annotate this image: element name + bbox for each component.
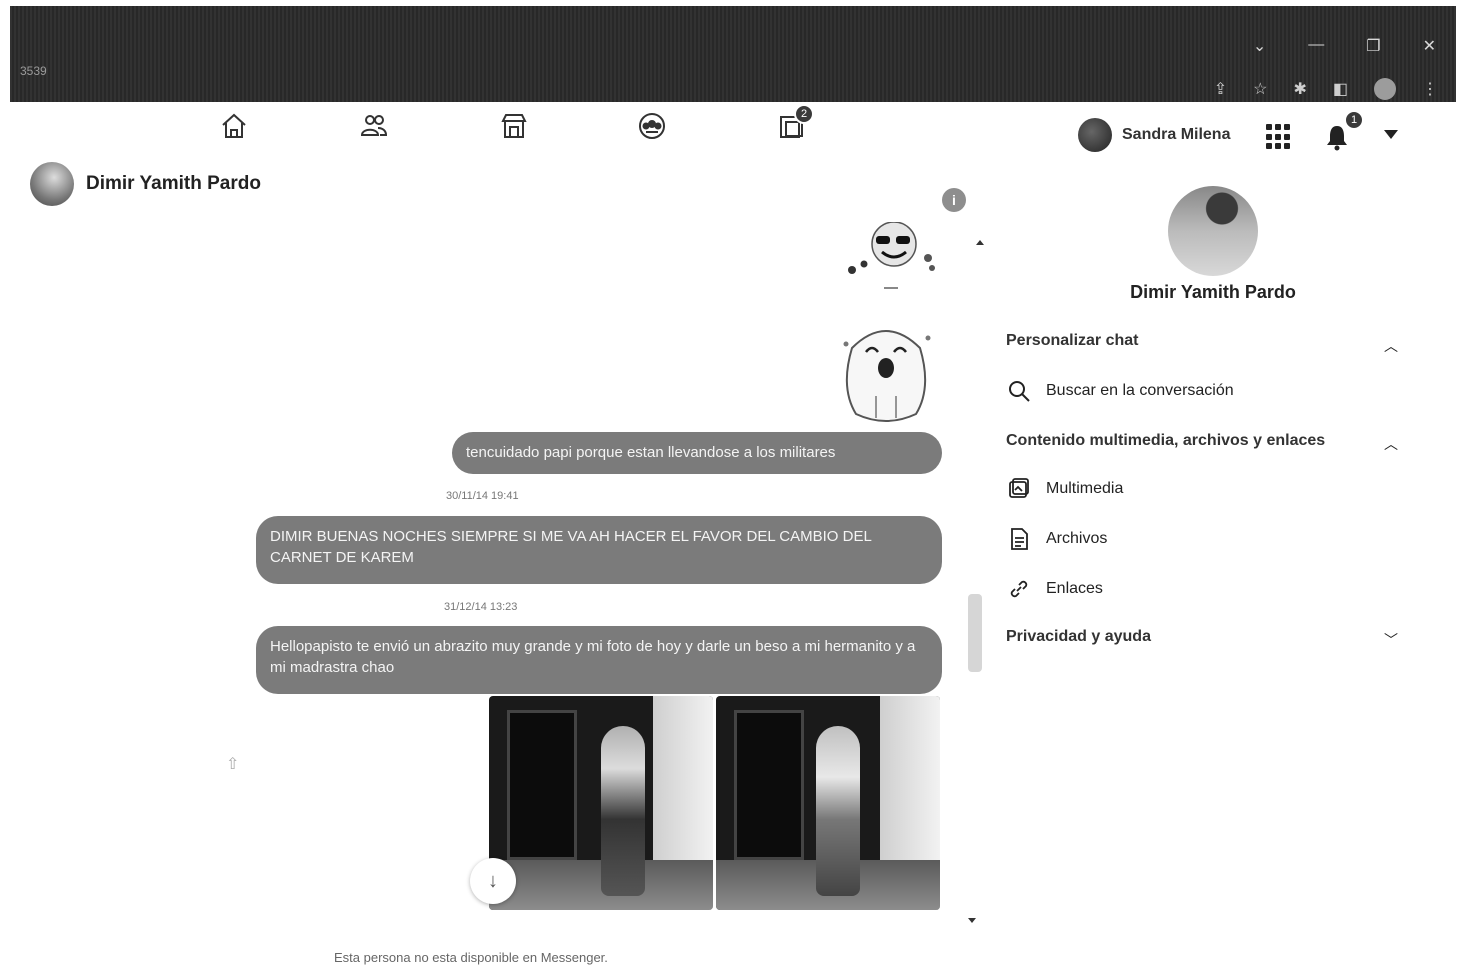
search-label: Buscar en la conversación bbox=[1046, 382, 1234, 399]
contact-avatar bbox=[30, 162, 74, 206]
friends-icon[interactable] bbox=[354, 106, 394, 146]
media-item[interactable]: Multimedia bbox=[1006, 476, 1123, 502]
contact-name: Dimir Yamith Pardo bbox=[86, 173, 261, 194]
share-message-icon[interactable]: ⇧ bbox=[226, 754, 239, 774]
close-icon[interactable]: ✕ bbox=[1423, 36, 1436, 56]
chevron-up-icon[interactable]: ︿ bbox=[1384, 336, 1398, 356]
privacy-help-section[interactable]: Privacidad y ayuda bbox=[1006, 628, 1151, 646]
sunglasses-emoji-sticker bbox=[838, 222, 938, 292]
photo-detail bbox=[507, 710, 577, 860]
section-label: Personalizar chat bbox=[1006, 332, 1139, 349]
download-icon[interactable]: ↓ bbox=[470, 858, 516, 904]
chevron-down-icon[interactable]: ﹀ bbox=[1384, 630, 1398, 650]
photo-subject bbox=[816, 726, 860, 896]
menu-icon[interactable]: ⋮ bbox=[1422, 79, 1438, 99]
extensions-icon[interactable]: ✱ bbox=[1293, 79, 1306, 99]
notifications-badge: 1 bbox=[1344, 110, 1364, 130]
share-icon[interactable]: ⇪ bbox=[1214, 79, 1227, 99]
profile-shortcut[interactable]: Sandra Milena bbox=[1078, 118, 1230, 152]
chevron-up-icon[interactable]: ︿ bbox=[1384, 434, 1398, 454]
link-icon bbox=[1006, 576, 1032, 602]
links-item[interactable]: Enlaces bbox=[1006, 576, 1103, 602]
avatar bbox=[1078, 118, 1112, 152]
section-label: Privacidad y ayuda bbox=[1006, 628, 1151, 645]
message-bubble[interactable]: Hellopapisto te envió un abrazito muy gr… bbox=[256, 626, 942, 694]
section-label: Contenido multimedia, archivos y enlaces bbox=[1006, 432, 1326, 449]
top-navigation: 2 Sandra Milena 1 bbox=[0, 102, 1461, 154]
profile-avatar[interactable] bbox=[1374, 78, 1396, 100]
minimize-icon[interactable]: — bbox=[1308, 36, 1324, 56]
files-label: Archivos bbox=[1046, 530, 1108, 547]
links-label: Enlaces bbox=[1046, 580, 1103, 597]
browser-chrome: 3539 ⌄ — ❐ ✕ ⇪ ☆ ✱ ◧ ⋮ bbox=[10, 6, 1456, 102]
unavailable-notice: Esta persona no esta disponible en Messe… bbox=[334, 950, 608, 965]
chat-header[interactable]: Dimir Yamith Pardo bbox=[30, 162, 261, 206]
scroll-down-arrow[interactable] bbox=[968, 918, 976, 923]
star-icon[interactable]: ☆ bbox=[1253, 79, 1267, 99]
gaming-icon[interactable]: 2 bbox=[772, 104, 814, 146]
message-timestamp: 31/12/14 13:23 bbox=[444, 601, 518, 613]
media-label: Multimedia bbox=[1046, 480, 1124, 497]
notifications-button[interactable]: 1 bbox=[1322, 110, 1364, 152]
scrollbar-thumb[interactable] bbox=[968, 594, 982, 672]
photo-subject bbox=[601, 726, 645, 896]
browser-toolbar: ⇪ ☆ ✱ ◧ ⋮ bbox=[1214, 78, 1438, 100]
window-controls: ⌄ — ❐ ✕ bbox=[1253, 36, 1436, 56]
tab-fragment[interactable]: 3539 bbox=[20, 64, 47, 78]
marketplace-icon[interactable] bbox=[494, 106, 534, 146]
crying-cat-sticker bbox=[836, 318, 936, 424]
media-files-links-section[interactable]: Contenido multimedia, archivos y enlaces bbox=[1006, 432, 1325, 450]
file-icon bbox=[1006, 526, 1032, 552]
sidebar-icon[interactable]: ◧ bbox=[1333, 79, 1348, 99]
restore-icon[interactable]: ❐ bbox=[1366, 36, 1380, 56]
search-icon bbox=[1006, 378, 1032, 404]
scroll-up-arrow[interactable] bbox=[976, 240, 984, 245]
message-bubble[interactable]: tencuidado papi porque estan llevandose … bbox=[452, 432, 942, 474]
message-timestamp: 30/11/14 19:41 bbox=[446, 490, 519, 502]
customize-chat-section[interactable]: Personalizar chat bbox=[1006, 332, 1139, 350]
groups-icon[interactable] bbox=[632, 106, 672, 146]
search-conversation[interactable]: Buscar en la conversación bbox=[1006, 378, 1234, 404]
home-icon[interactable] bbox=[214, 106, 254, 146]
photo-detail bbox=[734, 710, 804, 860]
message-photo[interactable] bbox=[716, 696, 940, 910]
gaming-badge: 2 bbox=[794, 104, 814, 124]
message-bubble[interactable]: DIMIR BUENAS NOCHES SIEMPRE SI ME VA AH … bbox=[256, 516, 942, 584]
tab-search-icon[interactable]: ⌄ bbox=[1253, 36, 1266, 56]
message-photo[interactable] bbox=[489, 696, 713, 910]
media-icon bbox=[1006, 476, 1032, 502]
account-caret-icon[interactable] bbox=[1384, 130, 1398, 139]
user-name: Sandra Milena bbox=[1122, 126, 1231, 143]
files-item[interactable]: Archivos bbox=[1006, 526, 1107, 552]
info-icon[interactable]: i bbox=[942, 188, 966, 212]
menu-grid-icon[interactable] bbox=[1266, 124, 1292, 150]
panel-contact-name[interactable]: Dimir Yamith Pardo bbox=[1100, 282, 1326, 303]
panel-contact-avatar[interactable] bbox=[1168, 186, 1258, 276]
